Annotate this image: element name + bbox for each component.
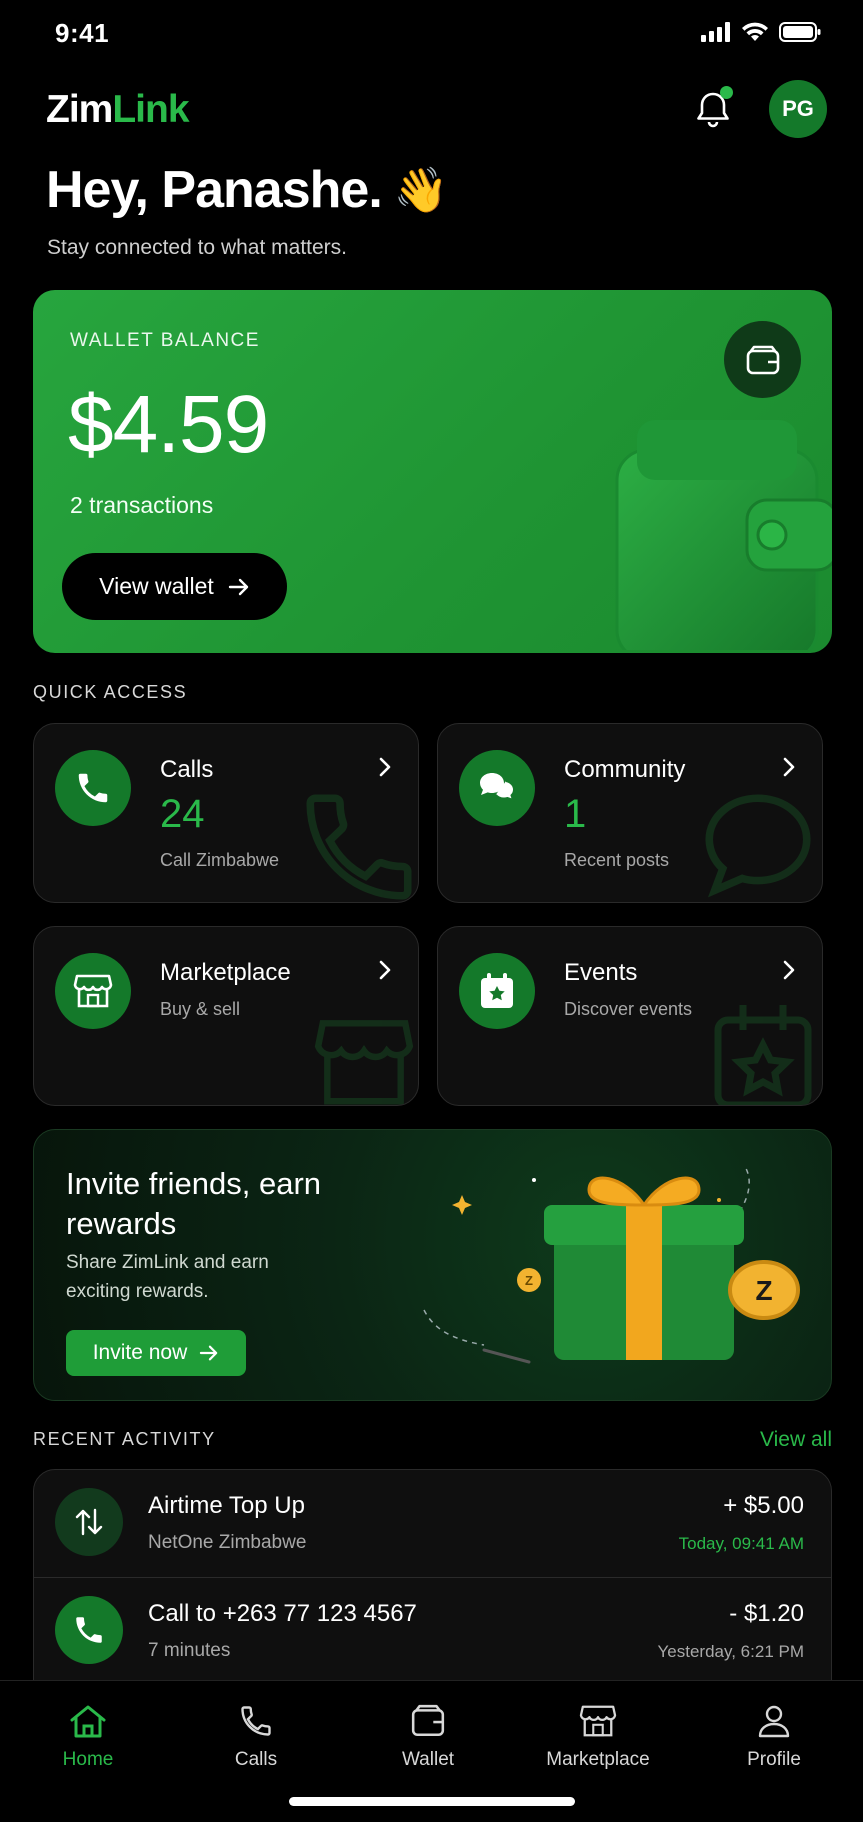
phone-bg-icon [306,794,412,900]
quick-access-marketplace[interactable]: Marketplace Buy & sell [33,926,419,1106]
quick-access-events[interactable]: Events Discover events [437,926,823,1106]
wallet-icon-button[interactable] [724,321,801,398]
quick-access-count: 24 [160,792,205,836]
quick-access-title: Community [564,756,686,783]
app-header: ZimLink PG [46,78,827,142]
activity-title: Airtime Top Up [148,1492,305,1519]
nav-marketplace[interactable]: Marketplace [528,1703,668,1771]
activity-item[interactable]: Airtime Top Up NetOne Zimbabwe + $5.00 T… [34,1470,831,1578]
activity-time: Today, 09:41 AM [678,1534,804,1553]
wifi-icon [742,22,768,41]
activity-title: Call to +263 77 123 4567 [148,1600,417,1627]
status-bar: 9:41 [0,0,863,70]
chevron-right-icon [783,960,795,980]
chat-bg-icon [705,794,811,898]
status-icons [701,22,821,42]
view-wallet-button[interactable]: View wallet [62,553,287,620]
nav-profile[interactable]: Profile [704,1703,844,1771]
invite-now-button[interactable]: Invite now [66,1330,246,1376]
store-icon [55,953,131,1029]
phone-icon [241,1706,271,1736]
wallet-card[interactable]: WALLET BALANCE $4.59 2 transactions View… [33,290,832,653]
activity-amount: - $1.20 [729,1600,804,1627]
nav-calls[interactable]: Calls [186,1703,326,1771]
activity-subtitle: NetOne Zimbabwe [148,1532,307,1553]
quick-access-subtitle: Recent posts [564,850,670,870]
nav-home[interactable]: Home [18,1703,158,1771]
quick-access-label: QUICK ACCESS [33,682,188,702]
chevron-right-icon [379,757,391,777]
invite-banner[interactable]: Z Z Invite friends, earn rewards Share Z… [33,1129,832,1401]
wallet-icon [411,1704,445,1737]
quick-access-title: Events [564,959,638,986]
signal-icon [701,22,730,42]
phone-icon [55,1596,123,1664]
store-icon [579,1705,617,1737]
quick-access-community[interactable]: Community 1 Recent posts [437,723,823,903]
view-all-link[interactable]: View all [760,1428,832,1452]
quick-access-subtitle: Call Zimbabwe [160,850,280,870]
calendar-star-icon [459,953,535,1029]
battery-icon [779,22,821,42]
wallet-transactions-count: 2 transactions [70,492,214,518]
greeting-subtitle: Stay connected to what matters. [47,236,347,259]
home-icon [70,1705,106,1738]
wave-emoji: 👋 [393,166,449,215]
transfer-arrows-icon [55,1488,123,1556]
status-time: 9:41 [55,18,110,48]
gift-illustration: Z Z [423,1164,800,1364]
invite-subtitle: Share ZimLink and earn exciting rewards. [66,1252,269,1302]
app-logo: ZimLink [46,88,190,131]
calendar-bg-icon [714,1005,812,1105]
quick-access-subtitle: Buy & sell [160,999,241,1019]
quick-access-title: Marketplace [160,959,291,986]
activity-item[interactable]: Call to +263 77 123 4567 7 minutes - $1.… [34,1578,831,1686]
arrow-right-icon [200,1345,218,1361]
home-indicator [289,1797,575,1806]
svg-text:Z: Z [755,1275,772,1306]
greeting-title: Hey, Panashe. 👋 [46,161,449,219]
quick-access-count: 1 [564,792,587,836]
wallet-balance-label: WALLET BALANCE [70,330,260,351]
arrow-right-icon [228,578,249,595]
invite-title: Invite friends, earn rewards [66,1166,322,1241]
wallet-icon [746,345,779,374]
svg-text:Z: Z [525,1273,533,1288]
quick-access-title: Calls [160,756,214,783]
wallet-balance-amount: $4.59 [68,379,269,470]
user-icon [758,1705,790,1738]
nav-wallet[interactable]: Wallet [358,1703,498,1771]
activity-time: Yesterday, 6:21 PM [657,1642,804,1661]
activity-subtitle: 7 minutes [148,1640,231,1661]
chevron-right-icon [783,757,795,777]
activity-amount: + $5.00 [723,1492,804,1519]
avatar[interactable]: PG [769,80,827,138]
wallet-illustration [615,420,832,650]
phone-icon [55,750,131,826]
chevron-right-icon [379,960,391,980]
notification-dot [720,86,733,99]
chat-icon [459,750,535,826]
recent-activity-label: RECENT ACTIVITY [33,1429,216,1449]
quick-access-calls[interactable]: Calls 24 Call Zimbabwe [33,723,419,903]
quick-access-subtitle: Discover events [564,999,693,1019]
store-bg-icon [314,1020,414,1105]
